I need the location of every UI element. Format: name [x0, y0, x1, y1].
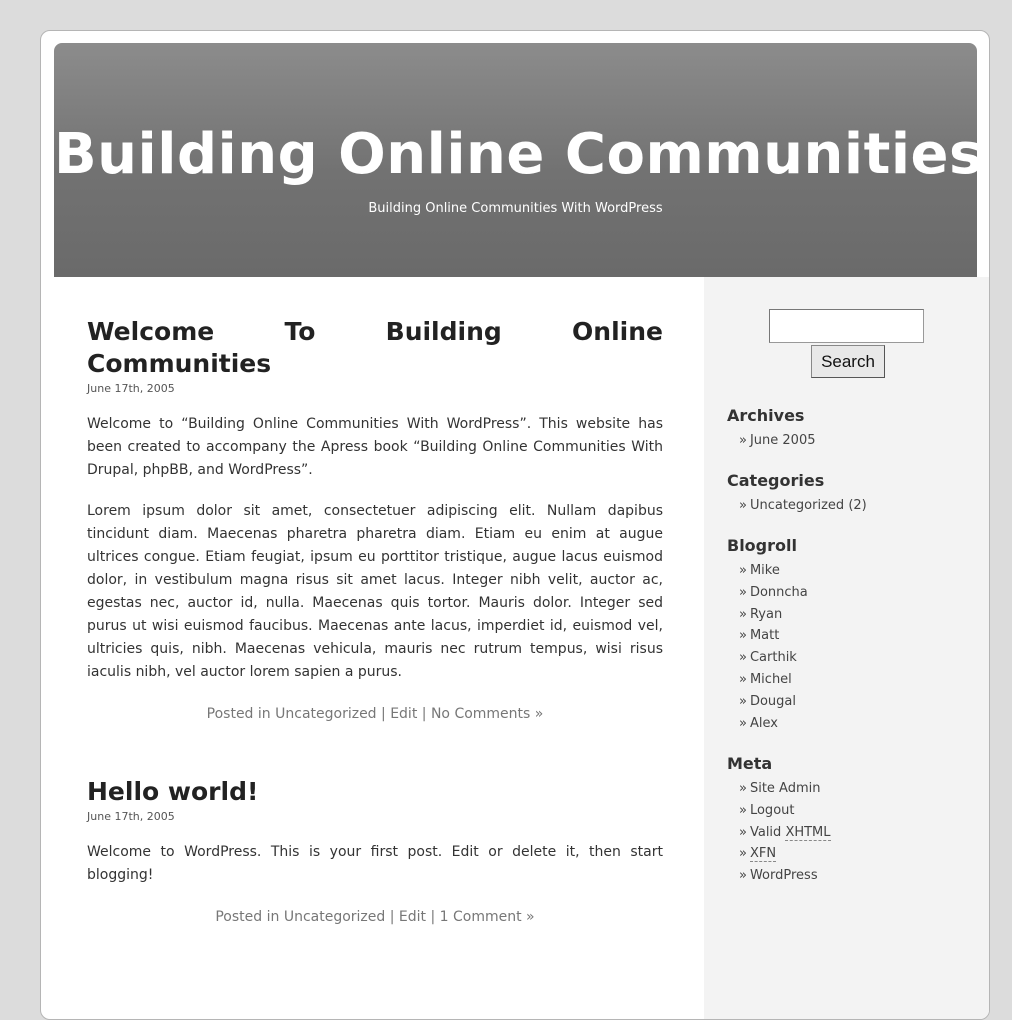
- post-paragraph: Lorem ipsum dolor sit amet, consectetuer…: [87, 503, 663, 680]
- bullet-icon: »: [739, 584, 747, 600]
- category-item: » Uncategorized (2): [739, 495, 867, 517]
- meta-heading: Meta: [727, 754, 773, 773]
- blogroll-link[interactable]: Donncha: [750, 585, 808, 600]
- valid-xhtml-link[interactable]: Valid XHTML: [749, 824, 831, 841]
- meta-item: » Logout: [739, 800, 831, 822]
- blogroll-item: » Matt: [739, 625, 808, 647]
- edit-link[interactable]: Edit: [390, 706, 417, 722]
- blogroll-heading: Blogroll: [727, 536, 797, 555]
- posted-in-label: Posted in: [215, 909, 280, 925]
- post-meta: Posted in Uncategorized | Edit | No Comm…: [87, 706, 663, 722]
- blogroll-link[interactable]: Alex: [750, 716, 778, 731]
- meta-separator: |: [421, 706, 427, 722]
- meta-widget: Meta » Site Admin » Logout » Valid XHTML » X…: [727, 754, 831, 887]
- category-link[interactable]: Uncategorized: [750, 498, 844, 513]
- archive-item: » June 2005: [739, 430, 816, 452]
- blogroll-item: » Dougal: [739, 691, 808, 713]
- archives-heading: Archives: [727, 406, 805, 425]
- category-link[interactable]: Uncategorized: [275, 706, 376, 722]
- categories-heading: Categories: [727, 471, 825, 490]
- blogroll-link[interactable]: Mike: [750, 563, 780, 578]
- search-button[interactable]: Search: [811, 345, 885, 378]
- edit-link[interactable]: Edit: [399, 909, 426, 925]
- page-container: Building Online Communities Building Onl…: [40, 30, 990, 1020]
- blogroll-item: » Alex: [739, 713, 808, 735]
- bullet-icon: »: [739, 606, 747, 622]
- post-paragraph: Welcome to WordPress. This is your first…: [87, 844, 663, 883]
- category-count: (2): [848, 498, 867, 513]
- archive-link[interactable]: June 2005: [750, 433, 816, 448]
- meta-separator: |: [430, 909, 436, 925]
- blogroll-link[interactable]: Michel: [750, 672, 792, 687]
- bullet-icon: »: [739, 650, 747, 666]
- bullet-icon: »: [739, 671, 747, 687]
- bullet-icon: »: [739, 802, 747, 818]
- post-title-link[interactable]: Hello world!: [87, 776, 663, 808]
- search-input[interactable]: [769, 309, 924, 343]
- site-title-link[interactable]: Building Online Communities: [54, 117, 982, 193]
- bullet-icon: »: [739, 628, 747, 644]
- post-date: June 17th, 2005: [87, 810, 175, 823]
- blogroll-link[interactable]: Carthik: [750, 650, 797, 665]
- bullet-icon: »: [739, 846, 747, 862]
- categories-widget: Categories » Uncategorized (2): [727, 471, 867, 517]
- site-header: Building Online Communities Building Onl…: [54, 43, 982, 277]
- posted-in-label: Posted in: [206, 706, 271, 722]
- blogroll-link[interactable]: Dougal: [750, 694, 796, 709]
- meta-item: » Valid XHTML: [739, 822, 831, 844]
- post-meta: Posted in Uncategorized | Edit | 1 Comme…: [87, 909, 663, 925]
- meta-item: » XFN: [739, 843, 831, 865]
- bullet-icon: »: [739, 693, 747, 709]
- bullet-icon: »: [739, 563, 747, 578]
- blogroll-item: » Mike: [739, 560, 808, 582]
- post-paragraph: Welcome to “Building Online Communities …: [87, 416, 663, 478]
- xhtml-abbr: XHTML: [785, 824, 831, 841]
- valid-label: Valid: [749, 824, 782, 840]
- bullet-icon: »: [739, 433, 747, 448]
- site-description: Building Online Communities With WordPre…: [368, 201, 663, 216]
- post: Welcome To Building Online Communities J…: [87, 316, 663, 722]
- meta-separator: |: [389, 909, 395, 925]
- bullet-icon: »: [739, 824, 747, 840]
- post-title-link[interactable]: Welcome To Building Online Communities: [87, 316, 663, 380]
- post-body: Welcome to “Building Online Communities …: [87, 413, 663, 684]
- bullet-icon: »: [739, 715, 747, 731]
- blogroll-item: » Carthik: [739, 647, 808, 669]
- xfn-link[interactable]: XFN: [749, 846, 777, 863]
- blogroll-link[interactable]: Ryan: [750, 607, 782, 622]
- sidebar: Search Archives » June 2005 Categories » U…: [704, 277, 989, 1019]
- blogroll-item: » Ryan: [739, 604, 808, 626]
- comments-link[interactable]: No Comments »: [431, 706, 543, 722]
- site-admin-link[interactable]: Site Admin: [750, 781, 821, 796]
- bullet-icon: »: [739, 781, 747, 796]
- post-body: Welcome to WordPress. This is your first…: [87, 841, 663, 887]
- blogroll-widget: Blogroll » Mike » Donncha » Ryan » Matt » Car…: [727, 536, 808, 734]
- comments-link[interactable]: 1 Comment »: [440, 909, 535, 925]
- post-date: June 17th, 2005: [87, 382, 175, 395]
- bullet-icon: »: [739, 498, 747, 513]
- wordpress-link[interactable]: WordPress: [750, 868, 818, 883]
- meta-item: » Site Admin: [739, 778, 831, 800]
- blogroll-item: » Donncha: [739, 582, 808, 604]
- blogroll-item: » Michel: [739, 669, 808, 691]
- xfn-abbr: XFN: [749, 846, 777, 863]
- meta-separator: |: [381, 706, 386, 722]
- category-link[interactable]: Uncategorized: [284, 909, 385, 925]
- post: Hello world! June 17th, 2005 Welcome to …: [87, 776, 663, 925]
- bullet-icon: »: [739, 868, 747, 884]
- archives-widget: Archives » June 2005: [727, 406, 816, 452]
- logout-link[interactable]: Logout: [750, 803, 795, 818]
- meta-item: » WordPress: [739, 865, 831, 887]
- blogroll-link[interactable]: Matt: [750, 628, 779, 643]
- main-content: Welcome To Building Online Communities J…: [87, 316, 663, 925]
